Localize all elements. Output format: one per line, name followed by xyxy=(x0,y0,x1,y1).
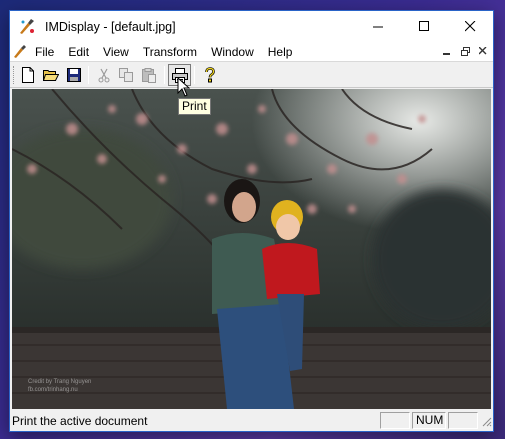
cut-button[interactable] xyxy=(92,64,115,86)
menu-bar: File Edit View Transform Window Help xyxy=(10,42,493,62)
open-icon xyxy=(42,70,59,81)
document-icon[interactable] xyxy=(12,44,28,60)
photo-watermark: Credit by Trang Nguyen fb.com/trinhang.n… xyxy=(28,378,91,394)
toolbar-separator xyxy=(164,66,165,84)
size-grip-icon[interactable] xyxy=(480,415,492,427)
child-close-button[interactable] xyxy=(475,44,491,58)
image-canvas[interactable]: Credit by Trang Nguyen fb.com/trinhang.n… xyxy=(12,89,491,409)
toolbar xyxy=(10,63,493,88)
watermark-line: Credit by Trang Nguyen xyxy=(28,379,92,385)
toolbar-separator xyxy=(194,66,195,84)
copy-icon xyxy=(119,67,133,82)
new-icon xyxy=(21,67,34,83)
status-pane-num: NUM xyxy=(412,412,446,429)
save-button[interactable] xyxy=(62,64,85,86)
status-message: Print the active document xyxy=(12,413,148,428)
help-button[interactable] xyxy=(198,64,221,86)
maximize-icon xyxy=(418,21,429,31)
status-bar: Print the active document NUM xyxy=(10,410,493,431)
displayed-photo xyxy=(12,89,491,409)
title-bar[interactable]: IMDisplay - [default.jpg] xyxy=(10,11,493,42)
close-icon xyxy=(464,21,475,32)
open-button[interactable] xyxy=(39,64,62,86)
minimize-button[interactable] xyxy=(355,11,401,42)
menu-help[interactable]: Help xyxy=(261,42,300,62)
menu-window[interactable]: Window xyxy=(204,42,261,62)
status-pane-scrl xyxy=(448,412,478,429)
help-icon xyxy=(204,67,215,83)
paste-button[interactable] xyxy=(138,64,161,86)
copy-button[interactable] xyxy=(115,64,138,86)
window-title: IMDisplay - [default.jpg] xyxy=(45,19,176,34)
menu-view[interactable]: View xyxy=(96,42,136,62)
mouse-cursor-icon xyxy=(177,77,190,97)
watermark-line: fb.com/trinhang.nu xyxy=(28,387,78,393)
menu-transform[interactable]: Transform xyxy=(136,42,204,62)
app-window: IMDisplay - [default.jpg] File Edit View… xyxy=(9,10,494,432)
status-pane-caps xyxy=(380,412,410,429)
close-button[interactable] xyxy=(447,11,493,42)
child-restore-button[interactable] xyxy=(457,44,473,58)
close-icon xyxy=(479,47,487,55)
save-icon xyxy=(66,68,81,82)
cut-icon xyxy=(98,68,109,82)
toolbar-separator xyxy=(88,66,89,84)
restore-icon xyxy=(460,46,470,56)
child-minimize-button[interactable] xyxy=(439,44,455,58)
imdisplay-app-icon[interactable] xyxy=(17,17,37,37)
menu-file[interactable]: File xyxy=(28,42,61,62)
minimize-icon xyxy=(443,53,450,55)
maximize-button[interactable] xyxy=(401,11,447,42)
minimize-icon xyxy=(372,26,383,28)
print-tooltip: Print xyxy=(178,98,211,115)
menu-edit[interactable]: Edit xyxy=(61,42,96,62)
paste-icon xyxy=(142,67,156,83)
new-button[interactable] xyxy=(16,64,39,86)
